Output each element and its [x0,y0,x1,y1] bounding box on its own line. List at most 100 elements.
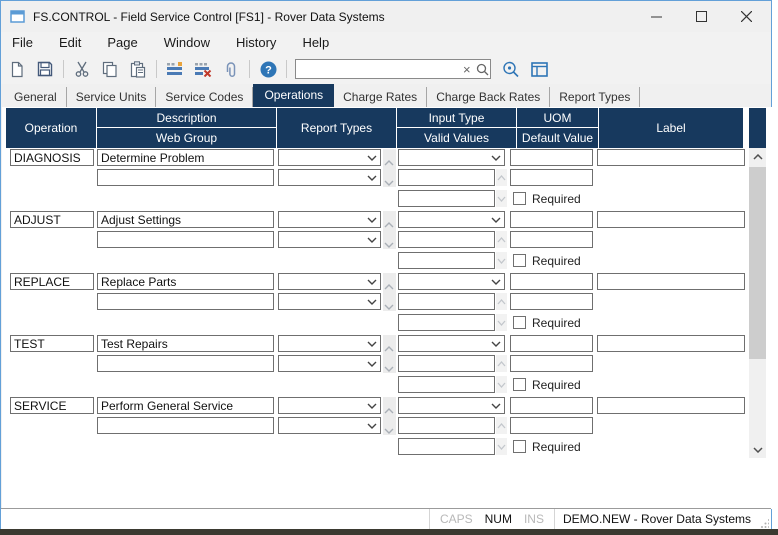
scroll-down-icon[interactable] [384,297,394,315]
delete-rows-icon[interactable] [191,57,215,81]
valid-values-scroll-up[interactable] [496,231,507,248]
minimize-button[interactable] [634,1,679,32]
operation-field[interactable] [10,397,94,414]
tab-report-types[interactable]: Report Types [550,87,640,107]
scroll-up-icon[interactable] [384,401,394,419]
valid-values-scroll-up[interactable] [496,293,507,310]
uom-field[interactable] [510,211,593,228]
scrollbar-up-button[interactable] [749,148,766,165]
description-field[interactable] [97,273,274,290]
attachment-icon[interactable] [219,57,243,81]
help-icon[interactable]: ? [256,57,280,81]
report-types-scroll[interactable] [383,397,396,435]
scrollbar-thumb[interactable] [749,167,766,359]
menu-window[interactable]: Window [151,32,223,54]
report-types-scroll[interactable] [383,149,396,187]
default-value-field[interactable] [510,355,593,372]
valid-values-scroll-down[interactable] [496,252,507,269]
description-field[interactable] [97,397,274,414]
valid-value-field-1[interactable] [398,417,495,434]
description-field[interactable] [97,149,274,166]
scroll-down-icon[interactable] [384,173,394,191]
report-types-scroll[interactable] [383,335,396,373]
resize-grip[interactable] [759,509,771,530]
label-field[interactable] [597,397,745,414]
valid-value-field-2[interactable] [398,314,495,331]
scroll-up-icon[interactable] [384,339,394,357]
valid-values-scroll-down[interactable] [496,376,507,393]
report-types-scroll[interactable] [383,211,396,249]
cut-icon[interactable] [70,57,94,81]
valid-values-scroll-up[interactable] [496,417,507,434]
default-value-field[interactable] [510,169,593,186]
new-document-icon[interactable] [5,57,29,81]
insert-rows-icon[interactable] [163,57,187,81]
valid-value-field-1[interactable] [398,293,495,310]
copy-icon[interactable] [98,57,122,81]
menu-edit[interactable]: Edit [46,32,94,54]
search-icon[interactable] [475,63,491,76]
required-checkbox[interactable] [513,378,526,391]
input-type-select[interactable] [398,211,505,228]
operation-field[interactable] [10,211,94,228]
uom-field[interactable] [510,273,593,290]
input-type-select[interactable] [398,273,505,290]
report-types-select-1[interactable] [278,149,381,166]
default-value-field[interactable] [510,293,593,310]
tab-service-codes[interactable]: Service Codes [156,87,253,107]
valid-values-scroll-down[interactable] [496,190,507,207]
browse-records-icon[interactable] [499,57,523,81]
report-types-select-2[interactable] [278,169,381,186]
operation-field[interactable] [10,149,94,166]
tab-charge-rates[interactable]: Charge Rates [334,87,427,107]
uom-field[interactable] [510,397,593,414]
report-types-select-2[interactable] [278,293,381,310]
uom-field[interactable] [510,335,593,352]
vertical-scrollbar[interactable] [749,148,766,458]
menu-file[interactable]: File [1,32,46,54]
web-group-field[interactable] [97,231,274,248]
valid-value-field-1[interactable] [398,231,495,248]
report-types-select-1[interactable] [278,335,381,352]
close-button[interactable] [724,1,769,32]
web-group-field[interactable] [97,355,274,372]
tab-operations[interactable]: Operations [253,84,334,107]
label-field[interactable] [597,273,745,290]
report-types-select-2[interactable] [278,417,381,434]
menu-page[interactable]: Page [94,32,150,54]
valid-value-field-2[interactable] [398,252,495,269]
web-group-field[interactable] [97,169,274,186]
web-group-field[interactable] [97,417,274,434]
default-value-field[interactable] [510,417,593,434]
panel-layout-icon[interactable] [527,57,551,81]
report-types-select-1[interactable] [278,211,381,228]
menu-help[interactable]: Help [289,32,342,54]
valid-values-scroll-down[interactable] [496,314,507,331]
label-field[interactable] [597,211,745,228]
operation-field[interactable] [10,273,94,290]
menu-history[interactable]: History [223,32,289,54]
valid-values-scroll-down[interactable] [496,438,507,455]
report-types-select-1[interactable] [278,273,381,290]
scroll-down-icon[interactable] [384,235,394,253]
required-checkbox[interactable] [513,440,526,453]
clear-search-icon[interactable]: × [459,62,475,77]
operation-field[interactable] [10,335,94,352]
report-types-select-2[interactable] [278,231,381,248]
scroll-up-icon[interactable] [384,215,394,233]
valid-value-field-1[interactable] [398,169,495,186]
required-checkbox[interactable] [513,316,526,329]
uom-field[interactable] [510,149,593,166]
valid-value-field-1[interactable] [398,355,495,372]
scroll-down-icon[interactable] [384,421,394,439]
scroll-down-icon[interactable] [384,359,394,377]
input-type-select[interactable] [398,397,505,414]
report-types-select-2[interactable] [278,355,381,372]
valid-values-scroll-up[interactable] [496,355,507,372]
scroll-up-icon[interactable] [384,153,394,171]
report-types-select-1[interactable] [278,397,381,414]
input-type-select[interactable] [398,335,505,352]
report-types-scroll[interactable] [383,273,396,311]
required-checkbox[interactable] [513,192,526,205]
label-field[interactable] [597,149,745,166]
